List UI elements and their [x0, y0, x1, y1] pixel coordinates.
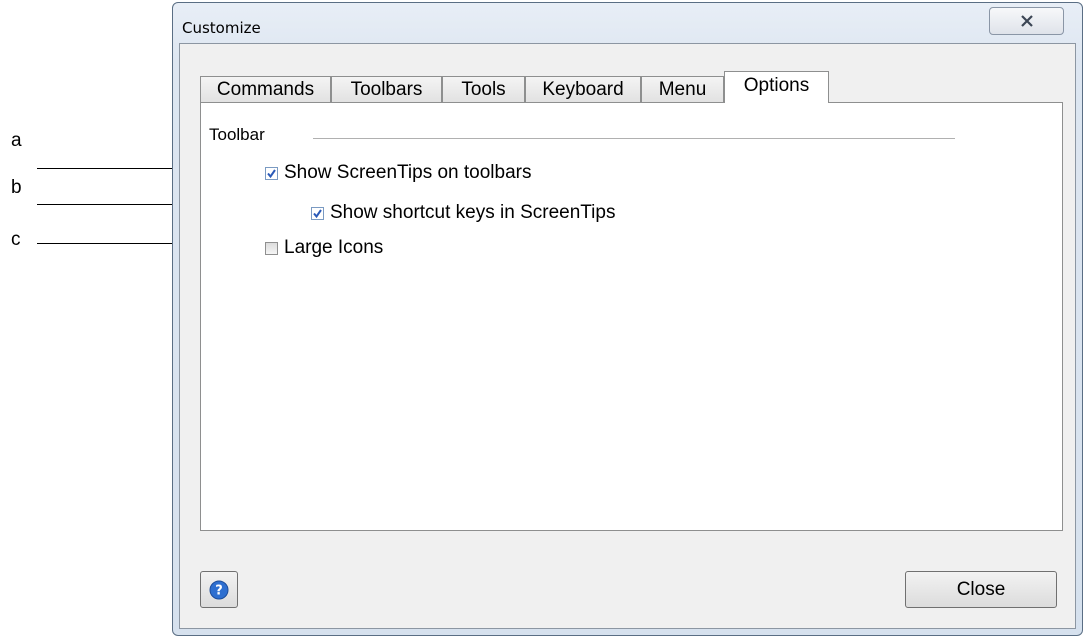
window-title: Customize	[182, 19, 261, 37]
show-screentips-checkbox[interactable]	[265, 166, 278, 180]
show-shortcut-keys-checkbox[interactable]	[311, 206, 324, 220]
checkmark-icon	[313, 208, 322, 218]
help-icon: ?	[209, 580, 229, 599]
checkmark-icon	[267, 168, 276, 178]
show-screentips-label: Show ScreenTips on toolbars	[284, 162, 532, 183]
annotation-b: b	[11, 177, 22, 198]
annotation-c: c	[11, 229, 21, 250]
close-button[interactable]: Close	[905, 571, 1057, 608]
large-icons-label: Large Icons	[284, 237, 384, 258]
tab-commands[interactable]: Commands	[200, 76, 331, 102]
show-shortcut-keys-option[interactable]: Show shortcut keys in ScreenTips	[311, 202, 615, 224]
toolbar-group-label: Toolbar	[209, 125, 269, 145]
large-icons-option[interactable]: Large Icons	[265, 237, 383, 259]
show-shortcut-keys-label: Show shortcut keys in ScreenTips	[330, 202, 616, 223]
group-divider	[313, 138, 955, 139]
close-x-icon	[1020, 15, 1033, 27]
annotation-a: a	[11, 130, 22, 151]
show-screentips-option[interactable]: Show ScreenTips on toolbars	[265, 162, 531, 184]
help-button[interactable]: ?	[200, 571, 238, 608]
tab-keyboard[interactable]: Keyboard	[525, 76, 641, 102]
tab-menu[interactable]: Menu	[641, 76, 724, 102]
tab-options[interactable]: Options	[724, 71, 829, 103]
dialog-body: Commands Toolbars Tools Keyboard Menu Op…	[179, 43, 1076, 629]
tab-tools[interactable]: Tools	[442, 76, 525, 102]
large-icons-checkbox[interactable]	[265, 241, 278, 255]
customize-dialog: Customize Commands Toolbars Tools Keyboa…	[172, 2, 1083, 636]
svg-text:?: ?	[215, 583, 223, 598]
tab-toolbars[interactable]: Toolbars	[331, 76, 442, 102]
title-close-button[interactable]	[989, 7, 1064, 35]
